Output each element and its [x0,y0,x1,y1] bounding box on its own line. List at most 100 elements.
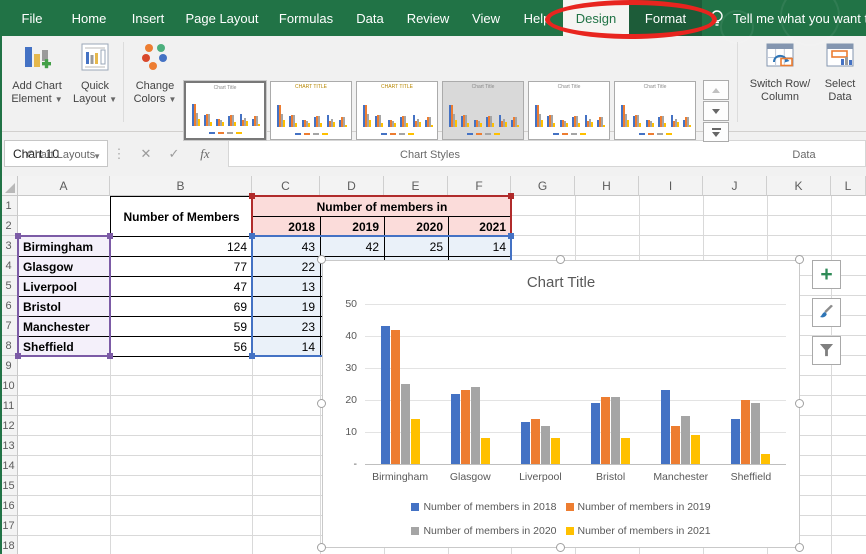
cell-2018-glasgow[interactable]: 22 [252,256,321,277]
row-header-10[interactable]: 10 [0,376,18,396]
cell-members-bristol[interactable]: 69 [110,296,253,317]
cell-members-birmingham[interactable]: 124 [110,236,253,257]
chart-bar[interactable] [671,425,681,464]
chart-selection-handle[interactable] [556,255,565,264]
cell-row3-value[interactable]: 25 [384,236,449,257]
row-header-9[interactable]: 9 [0,356,18,376]
row-header-6[interactable]: 6 [0,296,18,316]
chart-bar[interactable] [550,438,560,464]
tab-view[interactable]: View [464,0,508,36]
chart-style-thumbnail-3[interactable]: CHART TITLE [356,81,438,140]
switch-row-column-button[interactable]: Switch Row/ Column [744,40,816,104]
legend-item[interactable]: Number of members in 2020 [411,525,557,537]
chart-bar[interactable] [681,416,691,464]
row-header-7[interactable]: 7 [0,316,18,336]
row-header-12[interactable]: 12 [0,416,18,436]
tab-insert[interactable]: Insert [126,0,170,36]
chart-bar[interactable] [611,396,621,464]
row-header-5[interactable]: 5 [0,276,18,296]
chart-elements-button[interactable]: + [812,260,841,289]
tab-format[interactable]: Format [629,0,702,36]
chart-style-thumbnail-6[interactable]: Chart Title [614,81,696,140]
header-range-outline-handle[interactable] [508,193,514,199]
chart-title[interactable]: Chart Title [323,274,799,291]
legend-item[interactable]: Number of members in 2019 [565,501,711,513]
tab-home[interactable]: Home [66,0,112,36]
column-header-L[interactable]: L [831,176,866,196]
chart-bar[interactable] [480,438,490,464]
legend-item[interactable]: Number of members in 2021 [565,525,711,537]
add-chart-element-button[interactable]: Add Chart Element ▼ [8,40,66,106]
cell-city-bristol[interactable]: Bristol [18,296,111,317]
change-colors-button[interactable]: Change Colors ▼ [130,40,180,106]
column-header-H[interactable]: H [575,176,639,196]
chart-bar[interactable] [470,387,480,464]
header-range-outline-handle[interactable] [249,193,255,199]
chart-bar[interactable] [460,390,470,464]
chart-style-thumbnail-5[interactable]: Chart Title [528,81,610,140]
chart-selection-handle[interactable] [317,543,326,552]
row-header-11[interactable]: 11 [0,396,18,416]
column-header-C[interactable]: C [252,176,320,196]
row-header-3[interactable]: 3 [0,236,18,256]
tab-page-layout[interactable]: Page Layout [180,0,264,36]
cell-2018-sheffield[interactable]: 14 [252,336,321,357]
chart-filters-button[interactable] [812,336,841,365]
cell-members-manchester[interactable]: 59 [110,316,253,337]
tab-help[interactable]: Help [515,0,559,36]
column-header-B[interactable]: B [110,176,252,196]
tab-design[interactable]: Design [563,0,629,36]
chart-style-thumbnail-4[interactable]: Chart Title [442,81,524,140]
cell-year-2021[interactable]: 2021 [448,216,512,237]
category-range-outline-handle[interactable] [15,233,21,239]
data-range-outline-handle[interactable] [249,353,255,359]
cell-city-glasgow[interactable]: Glasgow [18,256,111,277]
row-header-17[interactable]: 17 [0,516,18,536]
chart-bar[interactable] [540,425,550,464]
chart-bar[interactable] [530,419,540,464]
chart-selection-handle[interactable] [795,543,804,552]
column-header-G[interactable]: G [511,176,575,196]
row-header-1[interactable]: 1 [0,196,18,216]
embedded-chart[interactable]: Chart Title 50 40 30 20 10 - Birmingham Glasgow… [322,260,800,548]
column-header-K[interactable]: K [767,176,831,196]
row-header-14[interactable]: 14 [0,456,18,476]
tell-me-box[interactable]: Tell me what you want to [733,0,866,36]
select-data-button[interactable]: Select Data [818,40,862,104]
chart-bar[interactable] [751,403,761,464]
chart-bar[interactable] [741,400,751,464]
cell-2018-manchester[interactable]: 23 [252,316,321,337]
chart-selection-handle[interactable] [556,543,565,552]
chart-bar[interactable] [520,422,530,464]
cell-members-glasgow[interactable]: 77 [110,256,253,277]
tab-formulas[interactable]: Formulas [274,0,338,36]
cell-city-liverpool[interactable]: Liverpool [18,276,111,297]
chart-selection-handle[interactable] [795,255,804,264]
cell-city-sheffield[interactable]: Sheffield [18,336,111,357]
category-range-outline-handle[interactable] [107,353,113,359]
chart-bar[interactable] [591,403,601,464]
cell-year-2018[interactable]: 2018 [252,216,321,237]
cell-row3-value[interactable]: 42 [320,236,385,257]
data-range-outline-handle[interactable] [249,233,255,239]
select-all-corner[interactable] [0,176,18,196]
cell-city-birmingham[interactable]: Birmingham [18,236,111,257]
category-range-outline-handle[interactable] [15,353,21,359]
chart-bar[interactable] [450,393,460,464]
row-header-13[interactable]: 13 [0,436,18,456]
cell-year-2019[interactable]: 2019 [320,216,385,237]
gallery-scroll-down-button[interactable] [703,101,729,121]
cell-members-liverpool[interactable]: 47 [110,276,253,297]
column-header-I[interactable]: I [639,176,703,196]
chart-bar[interactable] [661,390,671,464]
cell-members-header[interactable]: Number of Members [110,196,253,237]
chart-selection-handle[interactable] [795,399,804,408]
quick-layout-button[interactable]: Quick Layout ▼ [70,40,120,106]
chart-bar[interactable] [400,384,410,464]
cell-year-2020[interactable]: 2020 [384,216,449,237]
row-header-4[interactable]: 4 [0,256,18,276]
legend-item[interactable]: Number of members in 2018 [411,501,557,513]
column-header-A[interactable]: A [18,176,110,196]
cell-members-sheffield[interactable]: 56 [110,336,253,357]
column-header-E[interactable]: E [384,176,448,196]
